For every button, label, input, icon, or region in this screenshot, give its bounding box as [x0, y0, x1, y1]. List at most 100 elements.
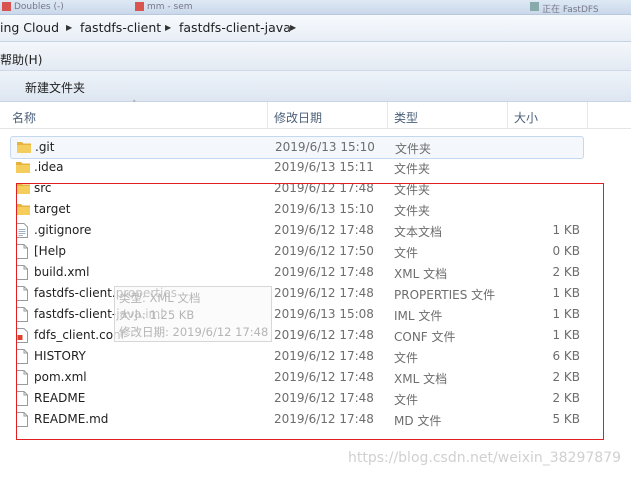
column-name[interactable]: 名称	[12, 109, 36, 126]
file-name: build.xml	[34, 265, 90, 279]
file-size: 1 KB	[552, 223, 580, 237]
file-size: 0 KB	[552, 244, 580, 258]
file-row[interactable]: src 2019/6/12 17:48 文件夹	[10, 178, 584, 199]
file-row[interactable]: .git 2019/6/13 15:10 文件夹	[10, 136, 584, 159]
file-date: 2019/6/13 15:10	[274, 202, 374, 216]
file-icon	[16, 265, 30, 280]
column-divider[interactable]	[507, 102, 508, 128]
folder-icon	[17, 140, 31, 155]
file-row[interactable]: build.xml 2019/6/12 17:48 XML 文档 2 KB	[10, 262, 584, 283]
toolbar: 新建文件夹	[0, 71, 631, 102]
file-name: README	[34, 391, 86, 405]
file-name: fdfs_client.conf	[34, 328, 125, 342]
column-header: ˄ 名称 修改日期 类型 大小	[0, 100, 631, 129]
taskbar: Doubles (-) mm - sem 正在 FastDFS	[0, 0, 631, 15]
file-row[interactable]: pom.xml 2019/6/12 17:48 XML 文档 2 KB	[10, 367, 584, 388]
taskbar-item[interactable]: Doubles (-)	[2, 2, 64, 12]
file-row[interactable]: target 2019/6/13 15:10 文件夹	[10, 199, 584, 220]
file-size: 2 KB	[552, 370, 580, 384]
file-date: 2019/6/12 17:50	[274, 244, 374, 258]
file-date: 2019/6/13 15:11	[274, 160, 374, 174]
file-row[interactable]: fastdfs-client.properties 2019/6/12 17:48…	[10, 283, 584, 304]
breadcrumb-item[interactable]: fastdfs-client-java	[179, 20, 291, 35]
file-row[interactable]: [Help 2019/6/12 17:50 文件 0 KB	[10, 241, 584, 262]
file-size: 1 KB	[552, 307, 580, 321]
file-icon	[16, 349, 30, 364]
file-date: 2019/6/13 15:08	[274, 307, 374, 321]
file-row[interactable]: README.md 2019/6/12 17:48 MD 文件 5 KB	[10, 409, 584, 430]
folder-icon	[16, 160, 30, 175]
tooltip-date: 修改日期: 2019/6/12 17:48	[119, 325, 269, 339]
tooltip-size: 大小: 1.25 KB	[119, 308, 195, 322]
file-type: CONF 文件	[394, 330, 456, 344]
column-type[interactable]: 类型	[394, 109, 418, 126]
address-bar[interactable]: ing Cloud ▶ fastdfs-client ▶ fastdfs-cli…	[0, 15, 631, 42]
file-name: .idea	[34, 160, 64, 174]
file-type: XML 文档	[394, 267, 448, 281]
file-name: .gitignore	[34, 223, 92, 237]
file-date: 2019/6/12 17:48	[274, 370, 374, 384]
file-date: 2019/6/12 17:48	[274, 349, 374, 363]
taskbar-item[interactable]: mm - sem	[135, 2, 193, 12]
file-type: MD 文件	[394, 414, 442, 428]
file-size: 2 KB	[552, 391, 580, 405]
new-folder-button[interactable]: 新建文件夹	[25, 79, 85, 96]
column-divider[interactable]	[267, 102, 268, 128]
breadcrumb-item[interactable]: fastdfs-client	[80, 20, 161, 35]
column-date[interactable]: 修改日期	[274, 109, 322, 126]
file-size: 1 KB	[552, 286, 580, 300]
file-date: 2019/6/12 17:48	[274, 412, 374, 426]
chevron-right-icon[interactable]: ▶	[66, 23, 72, 32]
file-icon	[16, 370, 30, 385]
conf-file-icon	[16, 328, 30, 343]
menu-help[interactable]: 帮助(H)	[0, 51, 42, 68]
file-name: README.md	[34, 412, 109, 426]
file-row[interactable]: fastdfs-client-java.iml 2019/6/13 15:08 IM…	[10, 304, 584, 325]
file-type: XML 文档	[394, 372, 448, 386]
app-icon	[2, 2, 11, 11]
file-date: 2019/6/12 17:48	[274, 286, 374, 300]
file-row[interactable]: .idea 2019/6/13 15:11 文件夹	[10, 157, 584, 178]
sort-ascending-icon: ˄	[132, 100, 137, 110]
file-name: HISTORY	[34, 349, 86, 363]
file-type: 文件夹	[395, 142, 432, 156]
file-row[interactable]: fdfs_client.conf 2019/6/12 17:48 CONF 文件 1 …	[10, 325, 584, 346]
file-name: [Help	[34, 244, 67, 258]
file-name: src	[34, 181, 52, 195]
taskbar-item[interactable]: 正在 FastDFS	[530, 2, 599, 14]
file-size: 6 KB	[552, 349, 580, 363]
menu-bar: 帮助(H)	[0, 42, 631, 71]
watermark: https://blog.csdn.net/weixin_38297879	[347, 450, 621, 466]
breadcrumb-item[interactable]: ing Cloud	[0, 20, 59, 35]
file-type: 文件	[394, 393, 419, 407]
file-icon	[16, 391, 30, 406]
file-icon	[16, 307, 30, 322]
file-name: target	[34, 202, 71, 216]
file-type: 文件夹	[394, 162, 431, 176]
file-type: 文件夹	[394, 183, 431, 197]
chevron-right-icon[interactable]: ▶	[290, 23, 296, 32]
file-name: .git	[35, 140, 55, 154]
file-type: 文件夹	[394, 204, 431, 218]
file-date: 2019/6/12 17:48	[274, 181, 374, 195]
file-row[interactable]: HISTORY 2019/6/12 17:48 文件 6 KB	[10, 346, 584, 367]
column-divider[interactable]	[587, 102, 588, 128]
file-row[interactable]: README 2019/6/12 17:48 文件 2 KB	[10, 388, 584, 409]
column-divider[interactable]	[387, 102, 388, 128]
file-tooltip: 类型: XML 文档 大小: 1.25 KB 修改日期: 2019/6/12 1…	[114, 286, 272, 342]
tooltip-type: 类型: XML 文档	[119, 291, 201, 305]
text-file-icon	[16, 223, 30, 238]
folder-icon	[16, 202, 30, 217]
file-size: 5 KB	[552, 412, 580, 426]
app-icon	[135, 2, 144, 11]
file-type: IML 文件	[394, 309, 443, 323]
file-type: 文件	[394, 246, 419, 260]
file-icon	[16, 286, 30, 301]
file-type: PROPERTIES 文件	[394, 288, 496, 302]
file-date: 2019/6/12 17:48	[274, 265, 374, 279]
file-row[interactable]: .gitignore 2019/6/12 17:48 文本文档 1 KB	[10, 220, 584, 241]
chevron-right-icon[interactable]: ▶	[165, 23, 171, 32]
file-date: 2019/6/13 15:10	[275, 140, 375, 154]
file-date: 2019/6/12 17:48	[274, 391, 374, 405]
column-size[interactable]: 大小	[514, 109, 538, 126]
